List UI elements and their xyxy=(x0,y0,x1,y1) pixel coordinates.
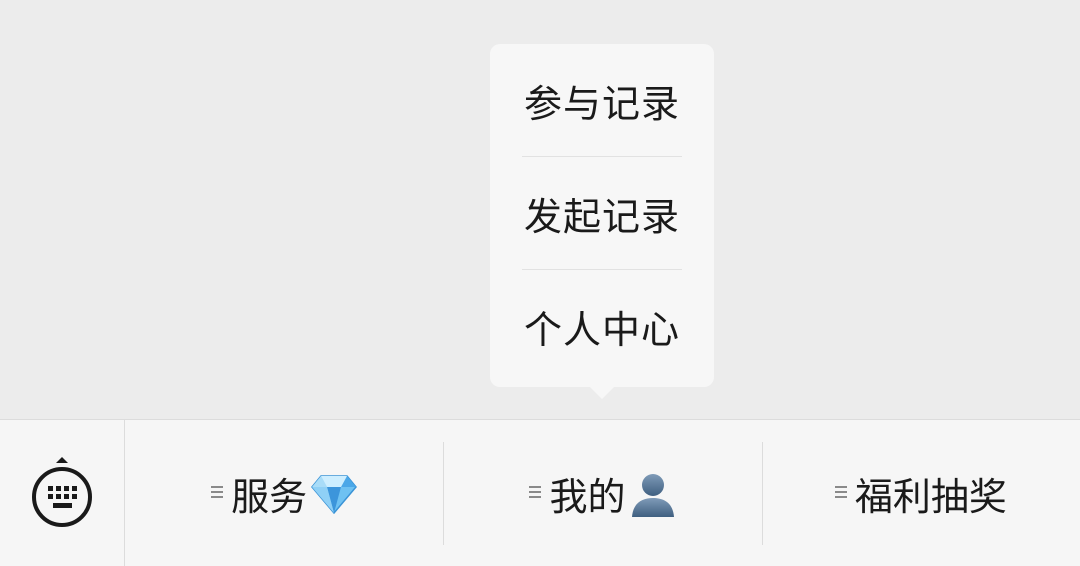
submenu-indicator-icon xyxy=(211,483,224,501)
submenu-item-label: 发起记录 xyxy=(523,194,680,239)
submenu-item-label: 参与记录 xyxy=(523,81,680,126)
submenu-item-participation-records[interactable]: 参与记录 xyxy=(490,44,714,156)
submenu-item-initiated-records[interactable]: 发起记录 xyxy=(490,157,714,269)
keyboard-icon xyxy=(32,456,92,527)
submenu-indicator-icon xyxy=(529,483,542,501)
menu-button-label: 服务 xyxy=(231,475,308,519)
user-silhouette-icon xyxy=(630,471,676,517)
submenu-item-personal-center[interactable]: 个人中心 xyxy=(490,270,714,382)
menu-button-lucky-draw[interactable]: 福利抽奖 xyxy=(761,420,1080,566)
menu-button-label: 福利抽奖 xyxy=(854,475,1007,519)
submenu-item-label: 个人中心 xyxy=(523,307,680,352)
menu-button-service[interactable]: 服务 xyxy=(125,420,443,566)
submenu-popup: 参与记录 发起记录 个人中心 xyxy=(490,44,714,399)
switch-to-keyboard-button[interactable] xyxy=(0,420,125,566)
submenu-indicator-icon xyxy=(834,483,847,501)
chat-screen: 参与记录 发起记录 个人中心 服务 我的 福利抽奖 xyxy=(0,0,1080,566)
menu-button-label: 我的 xyxy=(549,475,626,519)
official-account-menu-bar: 服务 我的 福利抽奖 xyxy=(0,419,1080,566)
diamond-icon xyxy=(311,474,358,514)
menu-button-mine[interactable]: 我的 xyxy=(443,420,761,566)
